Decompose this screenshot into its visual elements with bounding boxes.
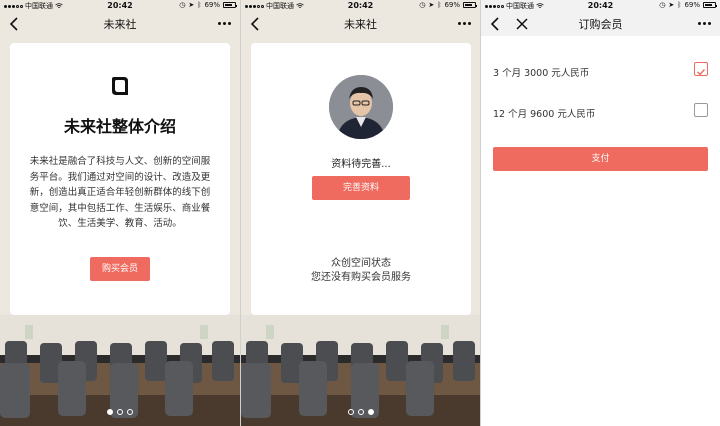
battery-percent: 69%: [204, 1, 220, 9]
status-right: ◷ ➤ ᛒ 69%: [419, 1, 477, 9]
battery-icon: [703, 2, 717, 8]
nav-bar: 未来社: [0, 12, 240, 36]
status-right: ◷ ➤ ᛒ 69%: [179, 1, 237, 9]
intro-heading: 未来社整体介绍: [63, 117, 176, 136]
bluetooth-icon: ᛒ: [677, 1, 682, 9]
profile-pending-text: 资料待完善...: [331, 159, 391, 170]
avatar[interactable]: [329, 75, 393, 139]
page-dot-3[interactable]: [367, 409, 374, 415]
page-dot-1[interactable]: [347, 409, 354, 415]
page-indicator: [0, 409, 240, 415]
avatar-photo: [329, 75, 393, 139]
plan-label: 12 个月 9600 元人民币: [493, 109, 596, 120]
subscription-screen: 中国联通 20:42 ◷ ➤ ᛒ 69% 订购会员 3 个月 3000 元人民币: [480, 0, 720, 426]
plan-option-12-months[interactable]: 12 个月 9600 元人民币: [493, 97, 708, 127]
nav-bar: 订购会员: [481, 12, 720, 36]
buy-membership-button[interactable]: 购买会员: [90, 257, 150, 281]
plan-checkbox[interactable]: [694, 62, 708, 76]
more-icon[interactable]: [698, 22, 711, 25]
more-icon[interactable]: [458, 22, 471, 25]
screens: 中国联通 20:42 ◷ ➤ ᛒ 69% 未来社 未来社整体介绍 未来社是融合了…: [0, 0, 720, 426]
battery-percent: 69%: [444, 1, 460, 9]
status-bar: 中国联通 20:42 ◷ ➤ ᛒ 69%: [241, 0, 480, 12]
bluetooth-icon: ᛒ: [437, 1, 442, 9]
nav-title: 订购会员: [578, 18, 623, 31]
logo-icon: [112, 77, 128, 95]
profile-screen: 中国联通 20:42 ◷ ➤ ᛒ 69% 未来社 资料待完善... 完善资料 众…: [240, 0, 480, 426]
page-dot-2[interactable]: [357, 409, 364, 415]
alarm-icon: ◷: [419, 1, 426, 9]
plan-label: 3 个月 3000 元人民币: [493, 68, 590, 79]
plan-checkbox[interactable]: [694, 103, 708, 117]
more-icon[interactable]: [218, 22, 231, 25]
plan-option-3-months[interactable]: 3 个月 3000 元人民币: [493, 56, 708, 86]
profile-card: 资料待完善... 完善资料 众创空间状态 您还没有购买会员服务: [251, 43, 471, 315]
alarm-icon: ◷: [179, 1, 186, 9]
status-right: ◷ ➤ ᛒ 69%: [659, 1, 717, 9]
bluetooth-icon: ᛒ: [197, 1, 202, 9]
page-indicator: [241, 409, 480, 415]
pay-button[interactable]: 支付: [493, 147, 708, 171]
nav-title: 未来社: [103, 18, 137, 31]
page-dot-1[interactable]: [107, 409, 113, 415]
battery-icon: [463, 2, 477, 8]
battery-icon: [223, 2, 237, 8]
complete-profile-button[interactable]: 完善资料: [312, 176, 410, 200]
checkmark-icon: [697, 69, 706, 76]
location-icon: ➤: [188, 1, 195, 9]
nav-bar: 未来社: [241, 12, 480, 36]
page-dot-2[interactable]: [117, 409, 123, 415]
status-bar: 中国联通 20:42 ◷ ➤ ᛒ 69%: [481, 0, 720, 12]
subscription-panel: 3 个月 3000 元人民币 12 个月 9600 元人民币: [481, 36, 720, 426]
location-icon: ➤: [668, 1, 675, 9]
space-status-message: 您还没有购买会员服务: [311, 272, 411, 283]
intro-screen: 中国联通 20:42 ◷ ➤ ᛒ 69% 未来社 未来社整体介绍 未来社是融合了…: [0, 0, 240, 426]
location-icon: ➤: [428, 1, 435, 9]
space-status-title: 众创空间状态: [331, 258, 391, 269]
status-bar: 中国联通 20:42 ◷ ➤ ᛒ 69%: [0, 0, 240, 12]
battery-percent: 69%: [684, 1, 700, 9]
nav-title: 未来社: [344, 18, 377, 31]
intro-description: 未来社是融合了科技与人文、创新的空间服务平台。我们通过对空间的设计、改造及更新，…: [29, 156, 211, 229]
page-dot-3[interactable]: [127, 409, 133, 415]
intro-card: 未来社整体介绍 未来社是融合了科技与人文、创新的空间服务平台。我们通过对空间的设…: [10, 43, 230, 315]
alarm-icon: ◷: [659, 1, 666, 9]
